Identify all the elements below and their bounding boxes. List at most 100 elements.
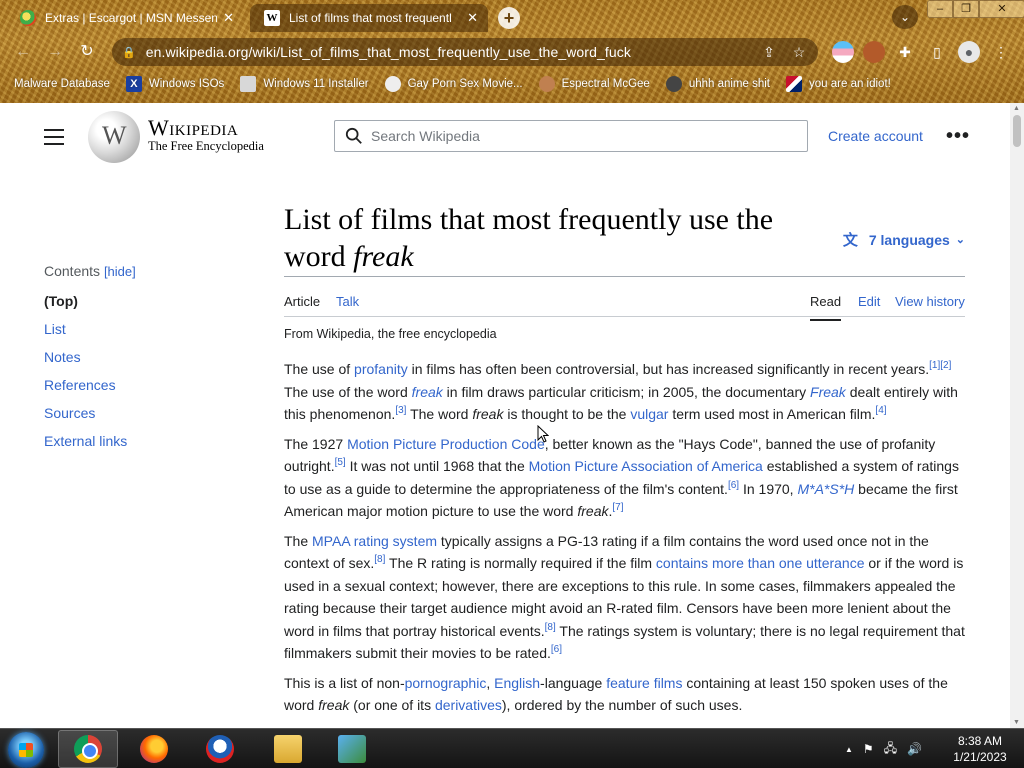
back-button[interactable]: ← — [12, 41, 34, 63]
network-tray-icon[interactable]: 🖧 — [884, 739, 897, 760]
scroll-up-icon[interactable]: ▲ — [1013, 105, 1020, 112]
link-pornographic[interactable]: pornographic — [405, 675, 487, 691]
taskbar-clock[interactable]: 8:38 AM 1/21/2023 — [940, 733, 1020, 765]
bookmark-star-icon[interactable]: ☆ — [788, 44, 810, 61]
taskbar-chrome[interactable] — [58, 730, 118, 768]
tab-search-button[interactable]: ⌄ — [892, 5, 918, 29]
bookmark-label: Malware Database — [14, 78, 110, 90]
page-tabs: Article Talk Read Edit View history — [284, 277, 965, 321]
tab-edit[interactable]: Edit — [858, 294, 880, 309]
taskbar-firefox[interactable] — [124, 730, 184, 768]
bookmark-item[interactable]: Malware Database — [14, 78, 110, 90]
citation[interactable]: [4] — [875, 405, 886, 416]
firefox-icon — [140, 735, 168, 763]
italic-text: freak — [577, 503, 609, 519]
more-options-icon[interactable]: ••• — [946, 125, 970, 148]
address-bar[interactable]: 🔒 en.wikipedia.org/wiki/List_of_films_th… — [112, 38, 818, 66]
share-icon[interactable]: ⇪ — [758, 44, 780, 61]
tab-wikipedia[interactable]: W List of films that most frequentl ✕ — [250, 4, 488, 32]
link-profanity[interactable]: profanity — [354, 361, 408, 377]
link-feature-films[interactable]: feature films — [606, 675, 682, 691]
avatar-icon — [538, 76, 555, 92]
forward-button[interactable]: → — [44, 41, 66, 63]
citation[interactable]: [8] — [545, 622, 556, 633]
globe-icon — [384, 76, 401, 92]
search-box[interactable] — [334, 120, 808, 152]
tab-talk[interactable]: Talk — [336, 294, 359, 309]
link-vulgar[interactable]: vulgar — [630, 406, 668, 422]
toc-item-notes[interactable]: Notes — [44, 349, 244, 366]
tab-read[interactable]: Read — [810, 294, 842, 321]
bookmark-item[interactable]: Espectral McGee — [538, 76, 650, 92]
toc-item-sources[interactable]: Sources — [44, 405, 244, 422]
new-tab-button[interactable]: + — [498, 7, 520, 29]
link-freak[interactable]: freak — [412, 384, 443, 400]
citation[interactable]: [1][2] — [929, 360, 951, 371]
citation[interactable]: [3] — [395, 405, 406, 416]
link-derivatives[interactable]: derivatives — [435, 697, 502, 713]
close-window-button[interactable]: ✕ — [979, 0, 1024, 18]
link-mpaa-rating-system[interactable]: MPAA rating system — [312, 533, 437, 549]
link-more-than-one-utterance[interactable]: contains more than one utterance — [656, 555, 865, 571]
show-hidden-icons-icon[interactable]: ▲ — [845, 745, 853, 754]
text: term used most in American film. — [668, 406, 876, 422]
italic-text: freak — [472, 406, 504, 422]
link-mash[interactable]: M*A*S*H — [797, 481, 854, 497]
scroll-down-icon[interactable]: ▼ — [1013, 719, 1020, 726]
text: The word — [406, 406, 473, 422]
create-account-link[interactable]: Create account — [828, 128, 923, 144]
toc-hide-link[interactable]: [hide] — [104, 264, 136, 279]
bookmark-item[interactable]: Windows 11 Installer — [240, 76, 369, 92]
avatar-extension-icon[interactable] — [863, 41, 885, 63]
text: , — [486, 674, 495, 691]
volume-icon[interactable]: 🔊 — [907, 742, 922, 756]
chrome-icon — [74, 735, 102, 763]
flag-extension-icon[interactable] — [832, 41, 854, 63]
toc-item-references[interactable]: References — [44, 377, 244, 394]
citation[interactable]: [6] — [551, 644, 562, 655]
action-center-flag-icon[interactable]: ⚑ — [863, 742, 874, 756]
language-selector[interactable]: 文 7 languages ⌄ — [843, 229, 965, 250]
tab-close-icon[interactable]: ✕ — [467, 10, 478, 26]
scrollbar-thumb[interactable] — [1013, 115, 1021, 147]
bookmark-item[interactable]: Gay Porn Sex Movie... — [384, 76, 523, 92]
wikipedia-globe-logo[interactable] — [88, 111, 140, 163]
main-menu-icon[interactable] — [44, 129, 64, 145]
start-button[interactable] — [8, 732, 44, 768]
tab-article[interactable]: Article — [284, 294, 320, 309]
link-production-code[interactable]: Motion Picture Production Code — [347, 436, 545, 452]
page-scrollbar[interactable]: ▲ ▼ — [1010, 103, 1024, 728]
profile-avatar-icon[interactable]: ● — [958, 41, 980, 63]
minimize-button[interactable]: – — [927, 0, 953, 18]
toc-item-list[interactable]: List — [44, 321, 244, 338]
taskbar-network[interactable] — [322, 730, 382, 768]
link-freak-documentary[interactable]: Freak — [810, 384, 846, 400]
tab-escargot[interactable]: Extras | Escargot | MSN Messen ✕ — [6, 4, 244, 32]
maximize-button[interactable]: ❐ — [953, 0, 979, 18]
taskbar-explorer[interactable] — [258, 730, 318, 768]
link-mpaa[interactable]: Motion Picture Association of America — [529, 458, 763, 474]
wikipedia-wordmark[interactable]: Wikipedia The Free Encyclopedia — [148, 115, 264, 154]
link-english[interactable]: English — [494, 675, 540, 691]
side-panel-icon[interactable]: ▯ — [926, 41, 948, 63]
toc-heading: Contents [hide] — [44, 263, 244, 279]
toc-item-external-links[interactable]: External links — [44, 433, 244, 450]
bookmark-label: Gay Porn Sex Movie... — [407, 78, 523, 90]
citation[interactable]: [5] — [335, 457, 346, 468]
toc-heading-label: Contents — [44, 263, 101, 279]
citation[interactable]: [7] — [612, 502, 623, 513]
search-input[interactable] — [371, 128, 771, 144]
toc-item-top[interactable]: (Top) — [44, 293, 244, 310]
taskbar-app-logo[interactable] — [190, 730, 250, 768]
search-icon — [345, 127, 362, 144]
tab-close-icon[interactable]: ✕ — [223, 10, 234, 26]
extensions-puzzle-icon[interactable]: ✚ — [894, 41, 916, 63]
tab-view-history[interactable]: View history — [895, 294, 965, 309]
browser-menu-icon[interactable]: ⋮ — [990, 41, 1012, 63]
citation[interactable]: [6] — [728, 480, 739, 491]
citation[interactable]: [8] — [374, 554, 385, 565]
bookmark-item[interactable]: you are an idiot! — [786, 76, 891, 92]
bookmark-item[interactable]: X Windows ISOs — [125, 76, 224, 92]
reload-button[interactable]: ↻ — [76, 41, 98, 63]
bookmark-item[interactable]: uhhh anime shit — [665, 76, 770, 92]
